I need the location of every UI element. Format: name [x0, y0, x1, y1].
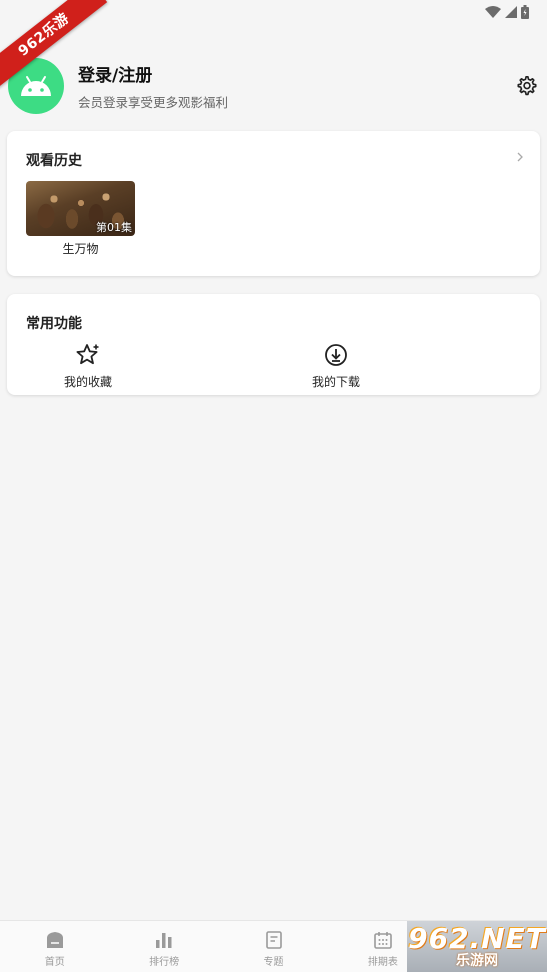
- nav-home-label: 首页: [44, 957, 65, 968]
- settings-button[interactable]: [515, 74, 539, 98]
- signal-icon: [505, 6, 517, 18]
- calendar-icon: [374, 932, 392, 949]
- home-icon: [46, 932, 63, 948]
- watch-history-card: 观看历史 第01集 生万物: [7, 131, 540, 276]
- site-watermark: 962.NET 乐游网: [407, 921, 547, 972]
- history-item[interactable]: 第01集 生万物: [26, 181, 135, 257]
- topic-icon: [265, 931, 282, 949]
- common-functions-title: 常用功能: [26, 316, 82, 332]
- battery-icon: [521, 5, 529, 19]
- watch-history-title: 观看历史: [26, 153, 82, 169]
- star-icon: [76, 344, 99, 365]
- nav-ranking[interactable]: 排行榜: [109, 921, 218, 972]
- watermark-logo-top: 962.NET: [408, 921, 546, 955]
- corner-watermark: 962乐游: [0, 0, 110, 90]
- status-bar: [485, 4, 529, 20]
- nav-ranking-label: 排行榜: [149, 957, 180, 968]
- video-title: 生万物: [62, 242, 99, 256]
- chevron-right-icon[interactable]: [517, 152, 523, 162]
- nav-schedule-label: 排期表: [367, 957, 398, 968]
- my-favorites-label: 我的收藏: [63, 375, 112, 389]
- profile-subtitle: 会员登录享受更多观影福利: [78, 95, 229, 110]
- download-icon: [325, 344, 347, 366]
- my-downloads-button[interactable]: 我的下载: [291, 343, 381, 390]
- video-thumbnail[interactable]: 第01集: [26, 181, 135, 236]
- bar-chart-icon: [156, 933, 172, 948]
- wifi-icon: [485, 6, 501, 18]
- my-favorites-button[interactable]: 我的收藏: [43, 343, 133, 390]
- watermark-logo-bottom: 乐游网: [456, 952, 498, 969]
- gear-icon: [517, 76, 537, 96]
- nav-home[interactable]: 首页: [0, 921, 109, 972]
- episode-badge: 第01集: [96, 221, 132, 234]
- corner-ribbon-text: 962乐游: [0, 0, 108, 89]
- nav-topic-label: 专题: [263, 957, 284, 968]
- my-downloads-label: 我的下载: [311, 375, 360, 389]
- common-functions-card: 常用功能 我的收藏 我的下载: [7, 294, 540, 395]
- nav-topic[interactable]: 专题: [219, 921, 328, 972]
